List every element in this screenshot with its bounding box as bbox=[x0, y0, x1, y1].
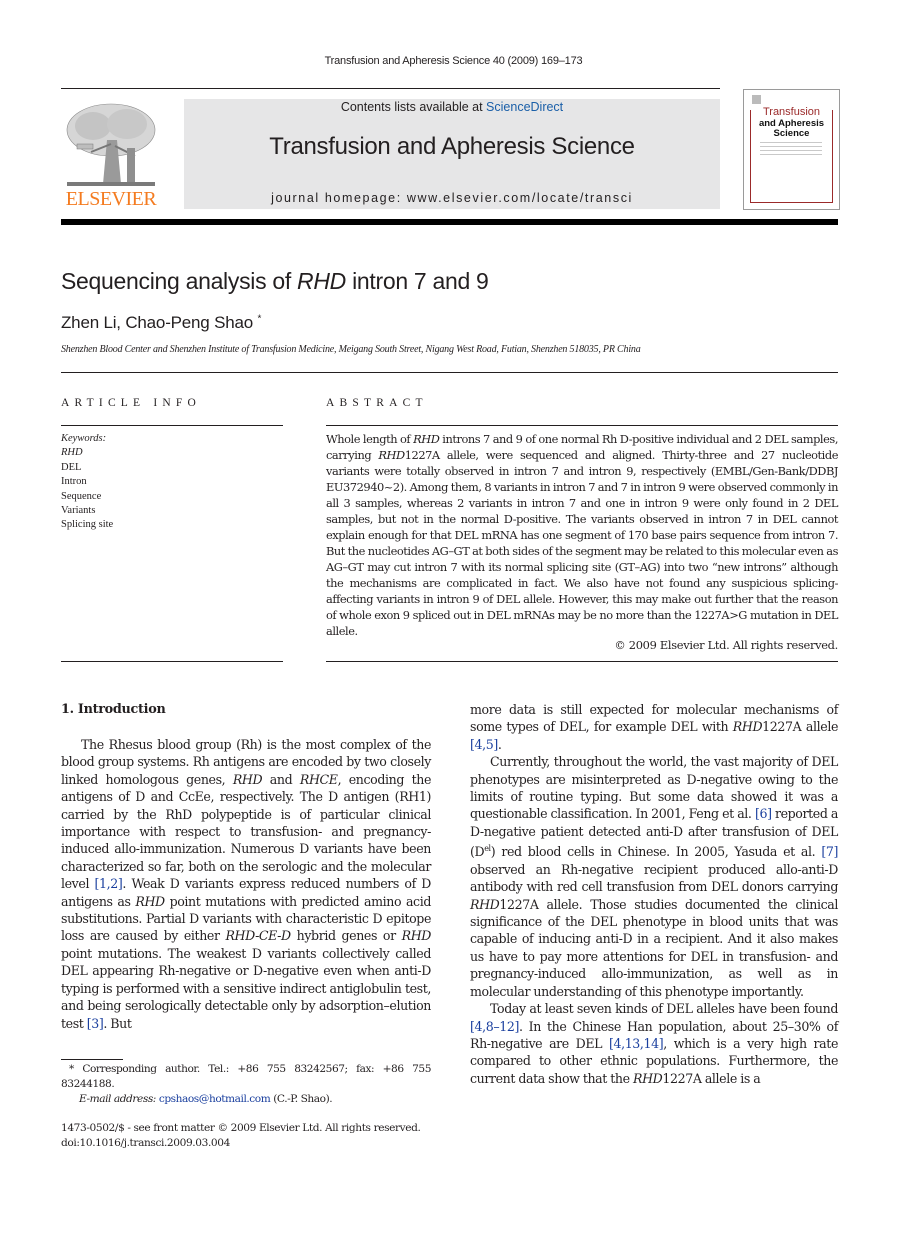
elsevier-tree-icon bbox=[66, 103, 156, 186]
email-suffix: (C.-P. Shao). bbox=[270, 1093, 333, 1105]
affiliation: Shenzhen Blood Center and Shenzhen Insti… bbox=[61, 344, 641, 355]
article-info-heading: ARTICLE INFO bbox=[61, 397, 201, 409]
abstract-rule bbox=[326, 425, 838, 426]
text-run: 1227A allele, were sequenced and aligned… bbox=[326, 448, 838, 638]
intro-paragraph: more data is still expected for molecula… bbox=[470, 701, 838, 753]
intro-paragraph: Currently, throughout the world, the vas… bbox=[470, 753, 838, 1000]
corresponding-author-footnote: * Corresponding author. Tel.: +86 755 83… bbox=[61, 1062, 431, 1107]
abstract-copyright: © 2009 Elsevier Ltd. All rights reserved… bbox=[614, 638, 838, 652]
keyword-item[interactable]: DEL bbox=[61, 461, 113, 475]
text-run: Whole length of bbox=[326, 432, 414, 446]
title-text-end: intron 7 and 9 bbox=[345, 268, 489, 294]
italic-term: RHD bbox=[135, 893, 165, 909]
keywords-label: Keywords: bbox=[61, 433, 107, 444]
keyword-item[interactable]: RHD bbox=[61, 447, 83, 458]
contents-prefix: Contents lists available at bbox=[340, 100, 487, 114]
text-run: 1227A allele. Those studies documented t… bbox=[470, 896, 838, 999]
text-run: , encoding the antigens of D and CcEe, r… bbox=[61, 771, 432, 892]
italic-term: RHD-CE-D bbox=[225, 928, 291, 944]
citation-link[interactable]: [4,13,14] bbox=[609, 1036, 664, 1051]
cover-title-line1: Transfusion bbox=[762, 106, 821, 118]
italic-term: RHD bbox=[413, 432, 440, 446]
article-title: Sequencing analysis of RHD intron 7 and … bbox=[61, 268, 489, 295]
cover-title-lines: and Apheresis Science bbox=[744, 119, 839, 139]
email-label: E-mail address: bbox=[79, 1093, 156, 1105]
abstract-heading: ABSTRACT bbox=[326, 397, 428, 409]
italic-term: RHD bbox=[401, 928, 432, 944]
section-heading-introduction: 1. Introduction bbox=[61, 702, 166, 717]
citation-link[interactable]: [3] bbox=[87, 1016, 104, 1031]
journal-masthead: Contents lists available at ScienceDirec… bbox=[184, 99, 720, 209]
abstract-text: Whole length of RHD introns 7 and 9 of o… bbox=[326, 431, 838, 639]
body-left-column: The Rhesus blood group (Rh) is the most … bbox=[61, 736, 431, 1032]
elsevier-wordmark: ELSEVIER bbox=[65, 188, 157, 210]
text-run: hybrid genes or bbox=[290, 928, 402, 944]
text-run: 1227A allele is a bbox=[662, 1070, 761, 1086]
cover-title-line3: Science bbox=[773, 128, 810, 139]
doi-link[interactable]: doi:10.1016/j.transci.2009.03.004 bbox=[61, 1136, 420, 1151]
text-run: . But bbox=[103, 1015, 132, 1031]
italic-term: RHD bbox=[470, 896, 500, 912]
header-thick-rule bbox=[61, 219, 838, 225]
sciencedirect-link[interactable]: ScienceDirect bbox=[486, 100, 563, 114]
keyword-item[interactable]: Variants bbox=[61, 504, 113, 518]
journal-name: Transfusion and Apheresis Science bbox=[269, 133, 635, 160]
article-info-rule bbox=[61, 425, 283, 426]
header-top-rule bbox=[61, 88, 720, 89]
text-run: 1227A allele bbox=[762, 719, 838, 735]
keyword-item[interactable]: Splicing site bbox=[61, 518, 113, 532]
journal-cover-thumbnail[interactable]: Transfusion and Apheresis Science bbox=[743, 89, 840, 210]
title-text: Sequencing analysis of bbox=[61, 268, 298, 294]
elsevier-logo[interactable]: ELSEVIER bbox=[61, 96, 161, 212]
corresponding-author-mark[interactable]: * bbox=[258, 313, 262, 324]
intro-paragraph-1: The Rhesus blood group (Rh) is the most … bbox=[61, 736, 431, 1032]
cover-text-lines bbox=[760, 142, 822, 158]
cover-logo-icon bbox=[752, 95, 761, 104]
title-gene-name: RHD bbox=[297, 268, 346, 294]
text-run: observed an Rh-negative recipient produc… bbox=[470, 861, 838, 895]
italic-term: RHCE bbox=[299, 771, 338, 787]
citation-link[interactable]: [7] bbox=[821, 844, 838, 859]
abstract-bottom-rule bbox=[326, 661, 838, 662]
article-info-bottom-rule bbox=[61, 661, 283, 662]
body-right-column: more data is still expected for molecula… bbox=[470, 701, 838, 1087]
contents-line: Contents lists available at ScienceDirec… bbox=[184, 100, 720, 114]
text-run: ) red blood cells in Chinese. In 2005, Y… bbox=[490, 844, 822, 860]
keywords-list: Keywords: RHD DEL Intron Sequence Variants Sp… bbox=[61, 432, 113, 533]
author-list: Zhen Li, Chao-Peng Shao * bbox=[61, 313, 261, 333]
affiliation-rule bbox=[61, 372, 838, 373]
email-link[interactable]: cpshaos@hotmail.com bbox=[159, 1093, 271, 1105]
front-matter: 1473-0502/$ - see front matter © 2009 El… bbox=[61, 1121, 421, 1151]
running-head: Transfusion and Apheresis Science 40 (20… bbox=[324, 55, 583, 67]
italic-term: RHD bbox=[732, 719, 763, 735]
citation-link[interactable]: [6] bbox=[755, 806, 772, 821]
citation-link[interactable]: [1,2] bbox=[95, 876, 123, 891]
text-run: . bbox=[497, 736, 502, 752]
italic-term: RHD bbox=[633, 1070, 663, 1086]
citation-link[interactable]: [4,5] bbox=[470, 737, 498, 752]
author-names: Zhen Li, Chao-Peng Shao bbox=[61, 313, 253, 332]
italic-term: RHD bbox=[378, 448, 405, 462]
keyword-item[interactable]: Intron bbox=[61, 475, 113, 489]
keyword-item[interactable]: Sequence bbox=[61, 490, 113, 504]
italic-term: RHD bbox=[232, 771, 263, 787]
citation-link[interactable]: [4,8–12] bbox=[470, 1019, 519, 1034]
footnote-rule bbox=[61, 1059, 123, 1060]
intro-paragraph: Today at least seven kinds of DEL allele… bbox=[470, 1000, 838, 1087]
text-run: and bbox=[262, 771, 300, 787]
footnote-contact: Corresponding author. Tel.: +86 755 8324… bbox=[61, 1063, 431, 1090]
text-run: Today at least seven kinds of DEL allele… bbox=[490, 1001, 838, 1017]
journal-homepage-link[interactable]: journal homepage: www.elsevier.com/locat… bbox=[184, 191, 720, 205]
issn-line: 1473-0502/$ - see front matter © 2009 El… bbox=[61, 1122, 421, 1134]
